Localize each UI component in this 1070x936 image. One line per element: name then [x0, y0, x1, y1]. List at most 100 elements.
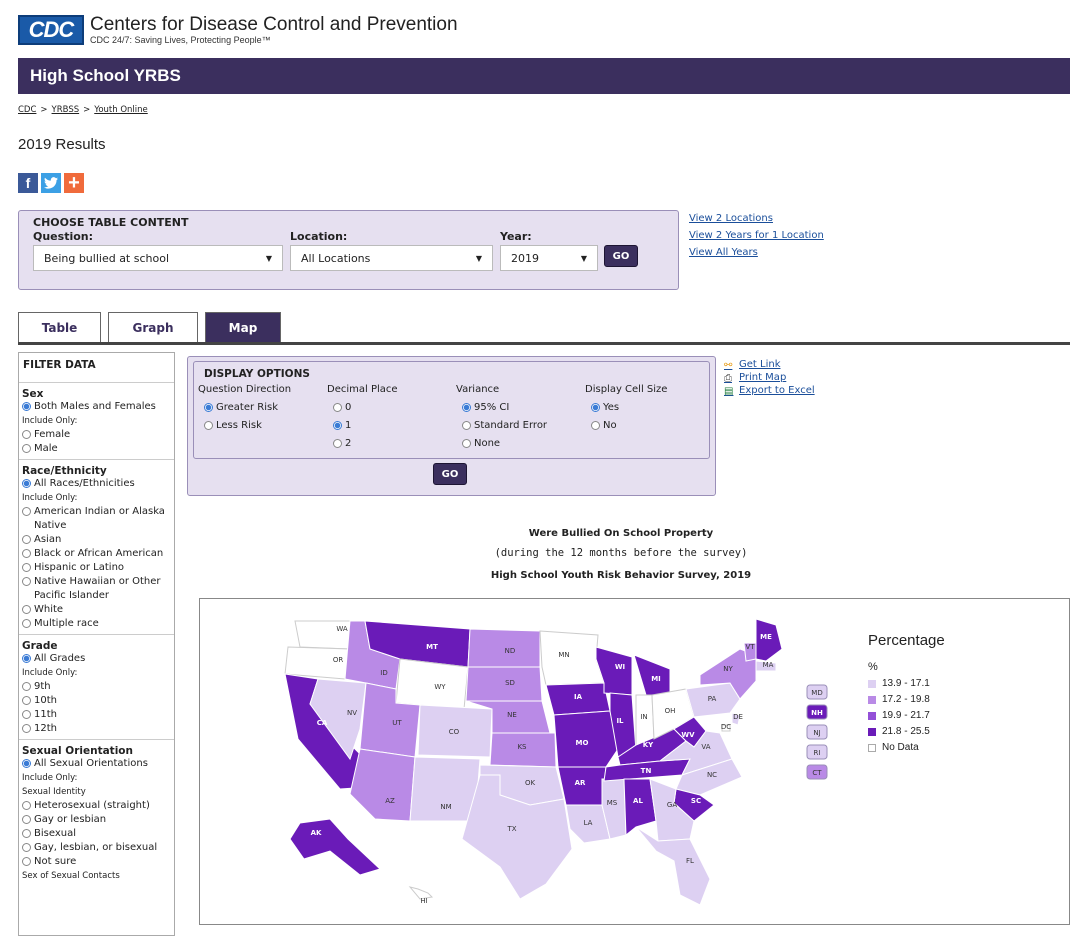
view-2-years-link[interactable]: View 2 Years for 1 Location	[689, 227, 824, 244]
share-plus-icon[interactable]: +	[64, 172, 84, 194]
radio-orientation-all[interactable]: All Sexual Orientations	[22, 757, 171, 771]
radio-race-asian[interactable]: Asian	[22, 533, 171, 547]
display-options-title: DISPLAY OPTIONS	[204, 368, 310, 380]
page-banner: High School YRBS	[18, 58, 1070, 94]
radio-orientation-glb[interactable]: Gay, lesbian, or bisexual	[22, 841, 171, 855]
radio-icon	[333, 439, 342, 448]
radio-decimal-1[interactable]: 1	[333, 419, 398, 433]
radio-greater-risk[interactable]: Greater Risk	[204, 401, 291, 415]
breadcrumb-yrbss[interactable]: YRBSS	[52, 105, 80, 115]
state-wy[interactable]	[395, 658, 469, 710]
radio-orientation-bisexual[interactable]: Bisexual	[22, 827, 171, 841]
radio-grade-all[interactable]: All Grades	[22, 652, 171, 666]
choose-title: CHOOSE TABLE CONTENT	[33, 216, 189, 229]
radio-race-multiple[interactable]: Multiple race	[22, 617, 171, 631]
printer-icon: ⎙	[724, 373, 732, 384]
radio-sex-female[interactable]: Female	[22, 428, 171, 442]
org-name: Centers for Disease Control and Preventi…	[90, 14, 458, 35]
radio-race-nhpi[interactable]: Native Hawaiian or Other Pacific Islande…	[22, 575, 171, 603]
radio-cell-yes[interactable]: Yes	[591, 401, 667, 415]
state-mn[interactable]	[539, 630, 605, 686]
radio-label: No	[603, 420, 617, 431]
radio-orientation-gay[interactable]: Gay or lesbian	[22, 813, 171, 827]
radio-variance-ci[interactable]: 95% CI	[462, 401, 547, 415]
radio-race-white[interactable]: White	[22, 603, 171, 617]
state-label: FL	[686, 857, 694, 865]
twitter-icon[interactable]	[41, 173, 61, 193]
filter-race-heading: Race/Ethnicity	[22, 465, 107, 477]
radio-sex-all[interactable]: Both Males and Females	[22, 400, 171, 414]
choose-go-button[interactable]: GO	[604, 245, 638, 267]
radio-label: All Grades	[34, 653, 86, 664]
radio-race-aian[interactable]: American Indian or Alaska Native	[22, 505, 171, 533]
cdc-logo[interactable]: CDC	[18, 15, 84, 45]
excel-icon: ▤	[724, 386, 734, 397]
state-box-label: NJ	[813, 729, 820, 737]
question-direction-group: Question Direction Greater Risk Less Ris…	[198, 384, 291, 433]
cell-size-group: Display Cell Size Yes No	[585, 384, 667, 433]
state-label: MN	[558, 651, 569, 659]
radio-decimal-2[interactable]: 2	[333, 437, 398, 451]
display-go-button[interactable]: GO	[433, 463, 467, 485]
radio-label: American Indian or Alaska Native	[34, 506, 165, 531]
radio-icon	[22, 444, 31, 453]
state-label: WY	[434, 683, 446, 691]
print-map[interactable]: ⎙ Print Map	[724, 371, 815, 384]
link-icon: ⚯	[724, 360, 733, 371]
tab-map[interactable]: Map	[205, 312, 281, 343]
radio-icon	[22, 430, 31, 439]
radio-variance-se[interactable]: Standard Error	[462, 419, 547, 433]
tab-graph[interactable]: Graph	[108, 312, 198, 343]
radio-label: Heterosexual (straight)	[34, 800, 150, 811]
radio-cell-no[interactable]: No	[591, 419, 667, 433]
radio-grade-12[interactable]: 12th	[22, 722, 171, 736]
radio-race-black[interactable]: Black or African American	[22, 547, 171, 561]
radio-decimal-0[interactable]: 0	[333, 401, 398, 415]
legend-swatch	[868, 711, 876, 720]
state-box-label: RI	[814, 749, 821, 757]
radio-less-risk[interactable]: Less Risk	[204, 419, 291, 433]
state-label: IN	[640, 713, 647, 721]
radio-label: Less Risk	[216, 420, 262, 431]
get-link[interactable]: ⚯ Get Link	[724, 358, 815, 371]
radio-variance-none[interactable]: None	[462, 437, 547, 451]
tab-table[interactable]: Table	[18, 312, 101, 343]
export-excel[interactable]: ▤ Export to Excel	[724, 384, 815, 397]
state-az[interactable]	[349, 748, 416, 822]
radio-grade-9[interactable]: 9th	[22, 680, 171, 694]
state-label: TN	[641, 767, 652, 775]
chevron-down-icon: ▼	[580, 254, 587, 263]
chevron-down-icon: ▼	[265, 254, 272, 263]
facebook-icon[interactable]: f	[18, 173, 38, 193]
radio-label: All Sexual Orientations	[34, 758, 148, 769]
state-label: AZ	[385, 797, 395, 805]
radio-label: Black or African American	[34, 548, 164, 559]
breadcrumb-cdc[interactable]: CDC	[18, 105, 36, 115]
state-box-label: MD	[811, 689, 822, 697]
radio-label: 0	[345, 402, 352, 413]
radio-orientation-hetero[interactable]: Heterosexual (straight)	[22, 799, 171, 813]
get-link-label: Get Link	[739, 359, 781, 370]
radio-icon	[22, 535, 31, 544]
year-select[interactable]: 2019 ▼	[500, 245, 598, 271]
state-label: AK	[311, 829, 322, 837]
radio-race-hispanic[interactable]: Hispanic or Latino	[22, 561, 171, 575]
state-label: PA	[708, 695, 717, 703]
radio-label: Bisexual	[34, 828, 76, 839]
view-all-years-link[interactable]: View All Years	[689, 244, 824, 261]
state-label: OH	[665, 707, 676, 715]
location-select[interactable]: All Locations ▼	[290, 245, 493, 271]
radio-grade-11[interactable]: 11th	[22, 708, 171, 722]
state-ak[interactable]	[289, 818, 381, 876]
view-2-locations-link[interactable]: View 2 Locations	[689, 210, 824, 227]
radio-orientation-notsure[interactable]: Not sure	[22, 855, 171, 869]
question-direction-label: Question Direction	[198, 384, 292, 395]
state-label: IL	[616, 717, 624, 725]
map-title: Were Bullied On School Property	[528, 528, 714, 539]
breadcrumb-youth-online[interactable]: Youth Online	[94, 105, 148, 115]
question-select[interactable]: Being bullied at school ▼	[33, 245, 283, 271]
state-sd[interactable]	[465, 666, 543, 702]
radio-sex-male[interactable]: Male	[22, 442, 171, 456]
radio-race-all[interactable]: All Races/Ethnicities	[22, 477, 171, 491]
radio-grade-10[interactable]: 10th	[22, 694, 171, 708]
